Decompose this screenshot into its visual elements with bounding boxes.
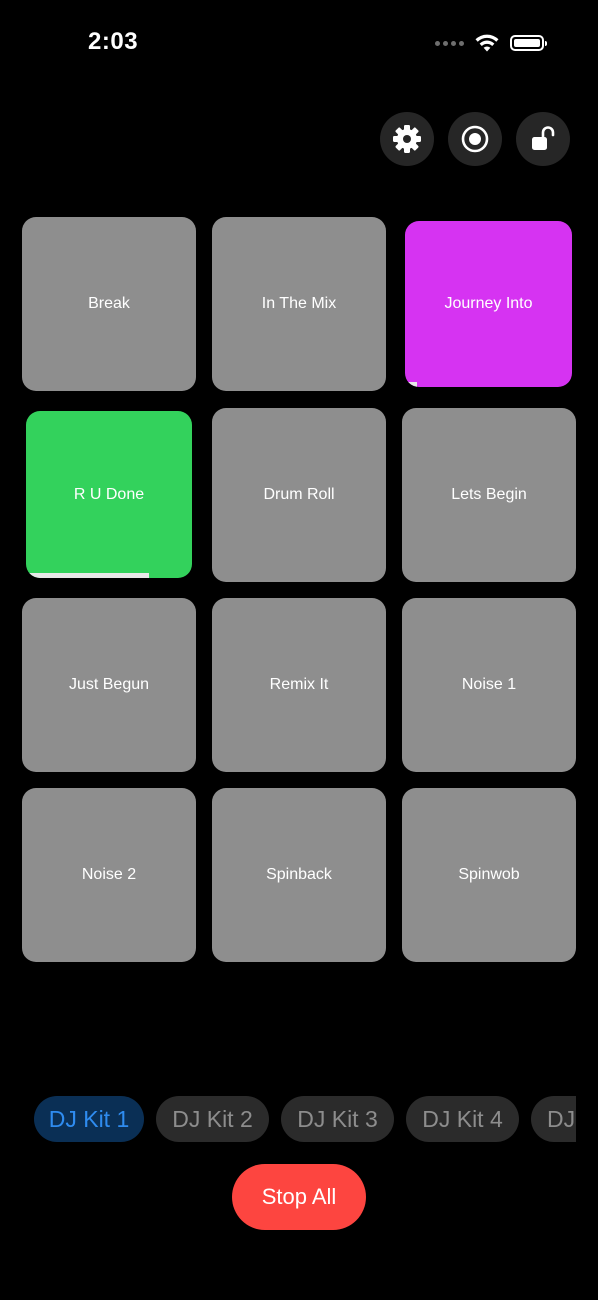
stop-all-button[interactable]: Stop All bbox=[232, 1164, 366, 1230]
kit-tab-2[interactable]: DJ Kit 2 bbox=[156, 1096, 269, 1142]
record-button[interactable] bbox=[448, 112, 502, 166]
pad-label: Noise 1 bbox=[461, 676, 517, 693]
status-time: 2:03 bbox=[88, 28, 139, 55]
kit-tab-label: DJ Kit 2 bbox=[172, 1105, 253, 1132]
pad-progress-bar bbox=[26, 573, 149, 578]
pad-progress-bar bbox=[405, 382, 417, 387]
pad-label: Lets Begin bbox=[451, 486, 527, 503]
pad-spinback[interactable]: Spinback bbox=[212, 788, 386, 962]
wifi-icon bbox=[475, 34, 499, 52]
pad-noise-2[interactable]: Noise 2 bbox=[22, 788, 196, 962]
pad-spinwob[interactable]: Spinwob bbox=[402, 788, 576, 962]
battery-icon bbox=[510, 35, 547, 51]
kit-track: DJ Kit 1 DJ Kit 2 DJ Kit 3 DJ Kit 4 DJ K… bbox=[34, 1096, 576, 1142]
pad-journey-into[interactable]: Journey Into bbox=[405, 221, 572, 387]
pad-label: Drum Roll bbox=[263, 486, 335, 503]
pad-label: Just Begun bbox=[68, 676, 150, 693]
record-icon bbox=[461, 125, 489, 153]
pad-label: Break bbox=[88, 295, 130, 312]
kit-tab-3[interactable]: DJ Kit 3 bbox=[281, 1096, 394, 1142]
kit-tab-label: DJ Kit 5 bbox=[547, 1105, 576, 1132]
pad-label: In The Mix bbox=[261, 295, 337, 312]
status-indicators bbox=[435, 33, 547, 53]
kit-tab-1[interactable]: DJ Kit 1 bbox=[34, 1096, 144, 1142]
settings-button[interactable] bbox=[380, 112, 434, 166]
kit-tab-label: DJ Kit 1 bbox=[48, 1105, 130, 1132]
pad-drum-roll[interactable]: Drum Roll bbox=[212, 408, 386, 582]
lock-button[interactable] bbox=[516, 112, 570, 166]
kit-selector[interactable]: DJ Kit 1 DJ Kit 2 DJ Kit 3 DJ Kit 4 DJ K… bbox=[22, 1096, 576, 1142]
cellular-signal-icon bbox=[435, 40, 464, 46]
pad-remix-it[interactable]: Remix It bbox=[212, 598, 386, 772]
kit-tab-5[interactable]: DJ Kit 5 bbox=[531, 1096, 576, 1142]
pad-label: R U Done bbox=[73, 485, 145, 503]
pad-label: Journey Into bbox=[444, 295, 533, 312]
pad-just-begun[interactable]: Just Begun bbox=[22, 598, 196, 772]
pad-break[interactable]: Break bbox=[22, 217, 196, 391]
pad-label: Spinwob bbox=[458, 866, 520, 883]
pad-lets-begin[interactable]: Lets Begin bbox=[402, 408, 576, 582]
gear-icon bbox=[393, 125, 421, 153]
stop-all-label: Stop All bbox=[261, 1184, 337, 1209]
pad-noise-1[interactable]: Noise 1 bbox=[402, 598, 576, 772]
pad-label: Remix It bbox=[269, 676, 329, 693]
pad-r-u-done[interactable]: R U Done bbox=[26, 411, 192, 578]
pad-label: Noise 2 bbox=[81, 866, 137, 883]
pad-in-the-mix[interactable]: In The Mix bbox=[212, 217, 386, 391]
kit-tab-label: DJ Kit 3 bbox=[297, 1105, 378, 1132]
kit-tab-4[interactable]: DJ Kit 4 bbox=[406, 1096, 519, 1142]
pad-label: Spinback bbox=[266, 866, 332, 883]
unlock-icon bbox=[532, 126, 555, 150]
kit-tab-label: DJ Kit 4 bbox=[422, 1105, 503, 1132]
